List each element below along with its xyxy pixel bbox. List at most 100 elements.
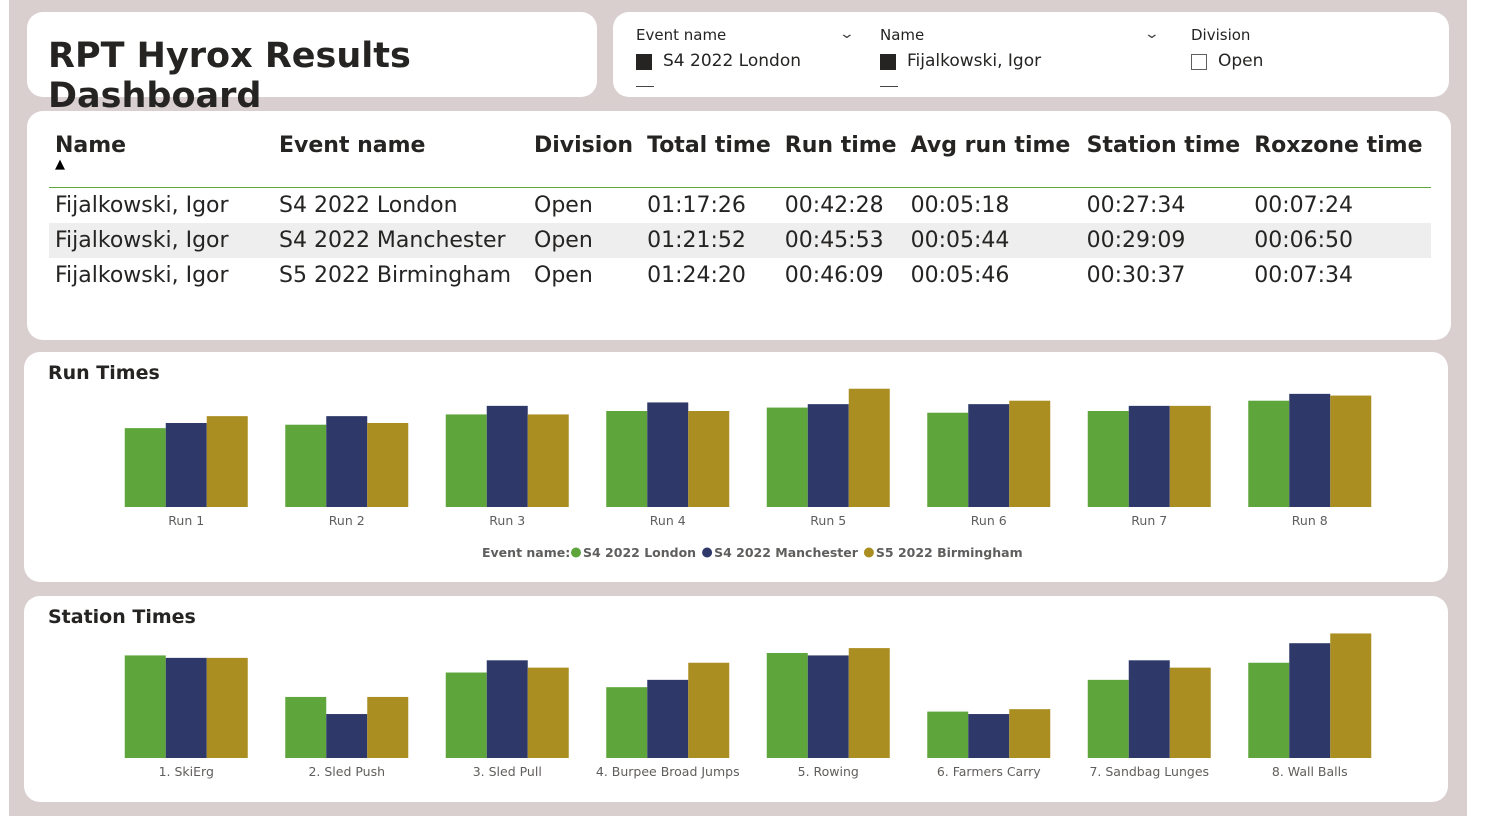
run-times-card: Run Times Run 1 Run 2 Run 3 Run 4 Run 5 Run 6… xyxy=(24,352,1448,582)
column-header-roxzone-time[interactable]: Roxzone time xyxy=(1248,125,1431,188)
sort-ascending-icon[interactable]: ▲ xyxy=(55,157,65,172)
bar-s4-2022-london-4-burpee-broad-jumps[interactable] xyxy=(606,687,648,758)
bar-s5-2022-birmingham-run-3[interactable] xyxy=(527,414,569,507)
bar-s4-2022-london-run-8[interactable] xyxy=(1248,400,1290,507)
column-header-event-name[interactable]: Event name xyxy=(273,125,528,188)
bar-s5-2022-birmingham-8-wall-balls[interactable] xyxy=(1330,633,1372,758)
bar-s5-2022-birmingham-3-sled-pull[interactable] xyxy=(527,667,569,758)
column-header-name[interactable]: Name ▲ xyxy=(49,125,273,188)
table-row[interactable]: Fijalkowski, Igor S4 2022 London Open 01… xyxy=(49,188,1431,224)
bar-s4-2022-london-run-7[interactable] xyxy=(1087,411,1129,507)
bar-s4-2022-london-1-skierg[interactable] xyxy=(124,655,166,758)
cell-division: Open xyxy=(534,193,593,218)
bar-s5-2022-birmingham-6-farmers-carry[interactable] xyxy=(1009,709,1051,758)
division-slicer[interactable]: Division Open xyxy=(1191,12,1391,97)
table-row[interactable]: Fijalkowski, Igor S5 2022 Birmingham Ope… xyxy=(49,258,1431,293)
legend-item-s4-2022-manchester[interactable]: S4 2022 Manchester xyxy=(714,545,859,560)
cell-total-time: 01:21:52 xyxy=(641,223,779,258)
bar-s4-2022-manchester-run-8[interactable] xyxy=(1289,393,1331,507)
bar-s4-2022-manchester-run-5[interactable] xyxy=(807,404,849,507)
table-row[interactable]: Fijalkowski, Igor S4 2022 Manchester Ope… xyxy=(49,223,1431,258)
bar-s5-2022-birmingham-run-4[interactable] xyxy=(688,411,730,507)
cell-division: Open xyxy=(528,223,642,258)
bar-s4-2022-london-2-sled-push[interactable] xyxy=(285,696,327,758)
cell-name: Fijalkowski, Igor xyxy=(55,263,229,288)
bar-s4-2022-manchester-4-burpee-broad-jumps[interactable] xyxy=(647,679,689,758)
bar-s4-2022-manchester-6-farmers-carry[interactable] xyxy=(968,714,1010,758)
bar-s4-2022-manchester-8-wall-balls[interactable] xyxy=(1289,643,1331,758)
bar-s4-2022-manchester-run-2[interactable] xyxy=(326,416,368,507)
column-header-total-time[interactable]: Total time xyxy=(641,125,779,188)
bar-s4-2022-manchester-3-sled-pull[interactable] xyxy=(486,660,528,758)
bar-s5-2022-birmingham-run-1[interactable] xyxy=(206,416,248,507)
chevron-down-icon[interactable]: ⌄ xyxy=(839,26,855,42)
legend-title: Event name: xyxy=(482,545,570,560)
bar-s5-2022-birmingham-5-rowing[interactable] xyxy=(848,648,890,758)
bar-s4-2022-london-3-sled-pull[interactable] xyxy=(445,672,487,758)
bar-s4-2022-london-6-farmers-carry[interactable] xyxy=(927,711,969,758)
x-tick-label: Run 6 xyxy=(971,513,1007,528)
cell-avg-run-time: 00:05:18 xyxy=(910,193,1010,218)
name-checkbox-checked[interactable] xyxy=(880,54,896,70)
bar-s4-2022-london-run-6[interactable] xyxy=(927,412,969,507)
bar-s4-2022-london-8-wall-balls[interactable] xyxy=(1248,662,1290,758)
cell-roxzone-time: 00:06:50 xyxy=(1248,223,1431,258)
cell-run-time: 00:45:53 xyxy=(778,223,905,258)
x-tick-label: 4. Burpee Broad Jumps xyxy=(596,764,740,779)
bar-s5-2022-birmingham-2-sled-push[interactable] xyxy=(367,696,409,758)
bar-s4-2022-manchester-run-1[interactable] xyxy=(165,423,207,507)
bar-s5-2022-birmingham-7-sandbag-lunges[interactable] xyxy=(1169,667,1211,758)
title-card: RPT Hyrox Results Dashboard xyxy=(27,12,597,116)
bar-s4-2022-manchester-7-sandbag-lunges[interactable] xyxy=(1128,660,1170,758)
x-tick-label: Run 2 xyxy=(329,513,365,528)
bar-s4-2022-manchester-2-sled-push[interactable] xyxy=(326,714,368,758)
bar-s4-2022-london-run-4[interactable] xyxy=(606,411,648,507)
slicer-divider xyxy=(880,86,898,87)
bar-s4-2022-manchester-run-7[interactable] xyxy=(1128,405,1170,507)
bar-s5-2022-birmingham-run-7[interactable] xyxy=(1169,405,1211,507)
name-slicer-option[interactable]: Fijalkowski, Igor xyxy=(907,51,1041,71)
cell-run-time: 00:42:28 xyxy=(784,193,884,218)
bar-s4-2022-manchester-run-6[interactable] xyxy=(968,404,1010,507)
cell-total-time: 01:24:20 xyxy=(647,263,746,288)
name-slicer[interactable]: Name ⌄ Fijalkowski, Igor xyxy=(880,12,1170,97)
legend-item-s5-2022-birmingham[interactable]: S5 2022 Birmingham xyxy=(876,545,1023,560)
event-name-slicer[interactable]: Event name ⌄ S4 2022 London xyxy=(636,12,866,97)
event-checkbox-checked[interactable] xyxy=(636,54,652,70)
bar-s4-2022-manchester-5-rowing[interactable] xyxy=(807,655,849,758)
bar-s4-2022-manchester-run-3[interactable] xyxy=(486,405,528,507)
chevron-down-icon[interactable]: ⌄ xyxy=(1144,26,1160,42)
bar-s4-2022-london-7-sandbag-lunges[interactable] xyxy=(1087,679,1129,758)
bar-s4-2022-london-run-5[interactable] xyxy=(766,407,808,507)
bar-s4-2022-london-5-rowing[interactable] xyxy=(766,652,808,758)
station-times-chart: 1. SkiErg 2. Sled Push 3. Sled Pull 4. Burp… xyxy=(124,633,1372,779)
division-checkbox-unchecked[interactable] xyxy=(1191,54,1207,70)
bar-s4-2022-london-run-2[interactable] xyxy=(285,424,327,507)
cell-station-time: 00:30:37 xyxy=(1086,263,1186,288)
bar-s5-2022-birmingham-run-5[interactable] xyxy=(848,388,890,507)
results-table: Name ▲ Event name Division Total time Run… xyxy=(49,125,1431,293)
station-times-card: Station Times 1. SkiErg 2. Sled Push 3. Sl… xyxy=(24,596,1448,802)
legend-item-s4-2022-london[interactable]: S4 2022 London xyxy=(583,545,696,560)
bar-s4-2022-london-run-1[interactable] xyxy=(124,428,166,507)
x-tick-label: Run 7 xyxy=(1131,513,1167,528)
division-slicer-option[interactable]: Open xyxy=(1218,51,1263,71)
bar-s4-2022-manchester-run-4[interactable] xyxy=(647,402,689,507)
column-header-avg-run-time[interactable]: Avg run time xyxy=(904,125,1081,188)
table-header-row: Name ▲ Event name Division Total time Run… xyxy=(49,125,1431,188)
cell-division: Open xyxy=(534,263,593,288)
bar-s5-2022-birmingham-4-burpee-broad-jumps[interactable] xyxy=(688,662,730,758)
column-header-station-time[interactable]: Station time xyxy=(1080,125,1249,188)
bar-s5-2022-birmingham-run-2[interactable] xyxy=(367,423,409,507)
bar-s5-2022-birmingham-1-skierg[interactable] xyxy=(206,657,248,758)
bar-s4-2022-manchester-1-skierg[interactable] xyxy=(165,657,207,758)
column-header-division[interactable]: Division xyxy=(528,125,642,188)
bar-s5-2022-birmingham-run-8[interactable] xyxy=(1330,395,1372,507)
bar-s4-2022-london-run-3[interactable] xyxy=(445,414,487,507)
x-tick-label: 5. Rowing xyxy=(798,764,859,779)
column-header-run-time[interactable]: Run time xyxy=(778,125,905,188)
event-slicer-option[interactable]: S4 2022 London xyxy=(663,51,801,71)
bar-s5-2022-birmingham-run-6[interactable] xyxy=(1009,400,1051,507)
x-tick-label: 8. Wall Balls xyxy=(1272,764,1348,779)
dashboard-title: RPT Hyrox Results Dashboard xyxy=(48,36,411,116)
